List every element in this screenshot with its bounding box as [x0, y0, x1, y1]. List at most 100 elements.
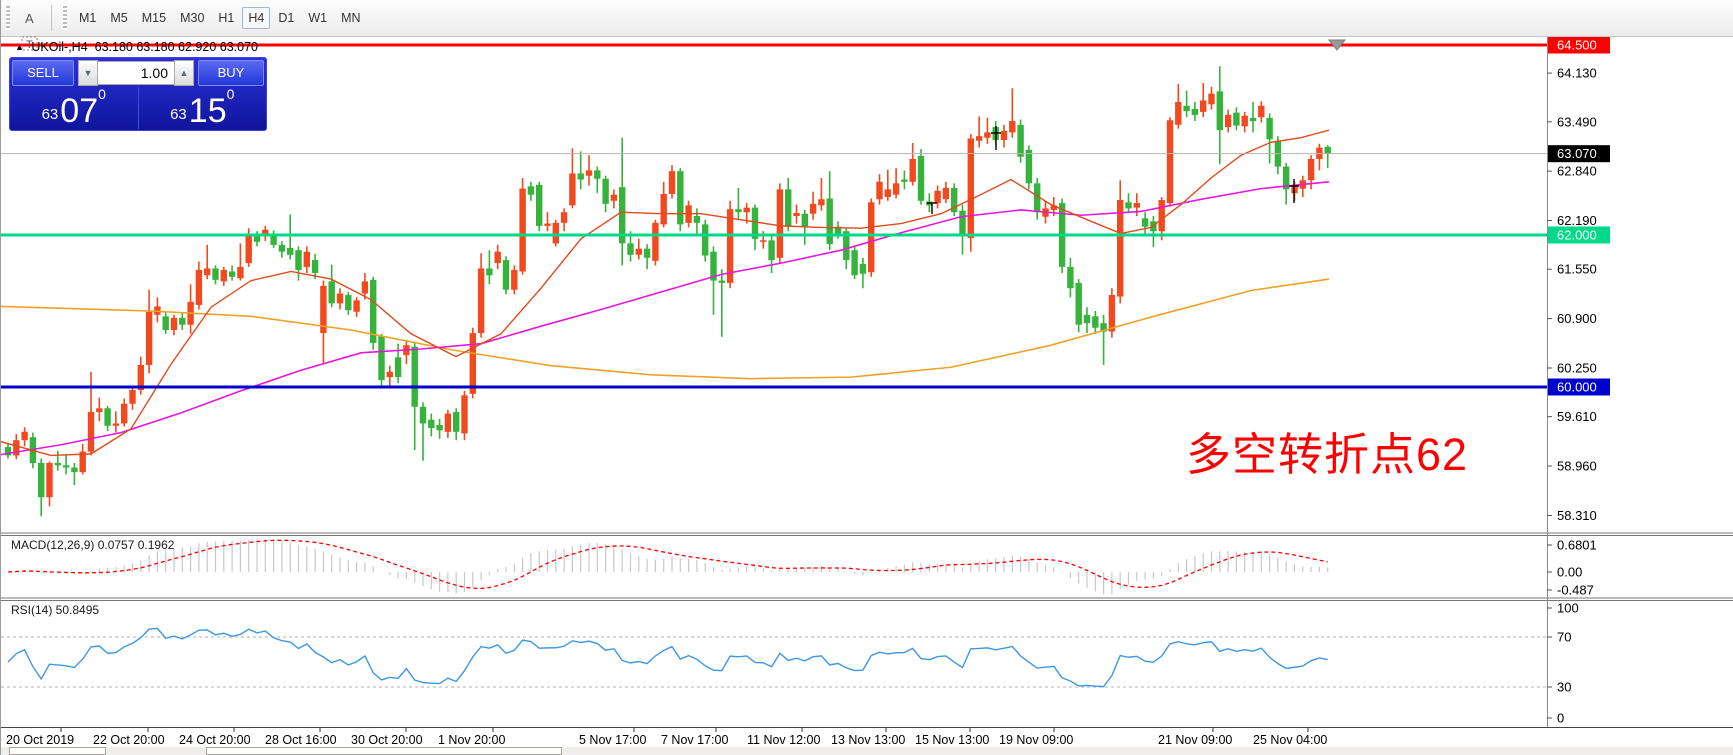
candle-down: [827, 199, 833, 245]
candlestick-series: [5, 66, 1331, 516]
candle-up: [196, 270, 202, 305]
candle-up: [362, 281, 368, 293]
candle-up: [88, 412, 94, 452]
svg-text:60.250: 60.250: [1557, 361, 1597, 376]
candle-up: [237, 267, 243, 278]
candle-up: [353, 300, 359, 311]
sell-price-sup: 0: [98, 89, 106, 99]
price-axis[interactable]: 64.13063.49062.84062.19061.55060.90060.2…: [1547, 37, 1610, 726]
timeframe-button-m5[interactable]: M5: [104, 7, 133, 29]
toolbar-grip[interactable]: [6, 6, 10, 30]
candle-down: [420, 407, 426, 424]
sell-button[interactable]: SELL: [12, 60, 74, 86]
svg-text:63.490: 63.490: [1557, 114, 1597, 129]
svg-text:62.840: 62.840: [1557, 164, 1597, 179]
candle-up: [1001, 131, 1007, 140]
candle-up: [793, 213, 799, 216]
date-axis[interactable]: 20 Oct 201922 Oct 20:0024 Oct 20:0028 Oc…: [6, 727, 1327, 747]
svg-text:21 Nov 09:00: 21 Nov 09:00: [1158, 733, 1232, 747]
candle-down: [1092, 316, 1098, 327]
candle-down: [536, 185, 542, 226]
candle-down: [1142, 218, 1148, 226]
timeframe-button-h4[interactable]: H4: [242, 7, 270, 29]
candle-up: [495, 252, 501, 263]
candle-down: [785, 189, 791, 225]
buy-price[interactable]: 63 15 0: [139, 87, 267, 129]
candle-down: [1026, 150, 1032, 183]
svg-text:30 Oct 20:00: 30 Oct 20:00: [351, 733, 423, 747]
candle-down: [702, 224, 708, 255]
candle-down: [104, 408, 110, 425]
macd-label: MACD(12,26,9) 0.0757 0.1962: [11, 538, 174, 552]
timeframe-button-m15[interactable]: M15: [136, 7, 172, 29]
candle-down: [901, 180, 907, 182]
candle-up: [976, 136, 982, 141]
volume-increase-button[interactable]: ▲: [174, 60, 194, 86]
sell-price-prefix: 63: [42, 104, 59, 126]
rsi-label: RSI(14) 50.8495: [11, 603, 99, 617]
chart-tab-bar: [1, 747, 1733, 755]
candle-up: [760, 240, 766, 242]
candle-up: [544, 224, 550, 226]
timeframe-button-h1[interactable]: H1: [212, 7, 240, 29]
timeframe-button-mn[interactable]: MN: [335, 7, 366, 29]
candle-up: [586, 170, 592, 175]
candle-up: [943, 188, 949, 199]
svg-text:60.000: 60.000: [1557, 380, 1597, 395]
candle-wick: [489, 250, 491, 284]
sell-price[interactable]: 63 07 0: [10, 87, 139, 129]
svg-text:0.6801: 0.6801: [1557, 538, 1597, 553]
candle-up: [876, 182, 882, 199]
candle-down: [1067, 267, 1073, 288]
candle-wick: [57, 451, 59, 471]
candle-up: [611, 195, 617, 201]
symbol-name: UKOil-,H4: [31, 40, 87, 54]
candle-down: [918, 156, 924, 201]
candle-down: [802, 214, 808, 227]
candle-up: [304, 252, 310, 267]
candle-down: [254, 236, 260, 242]
candle-down: [1192, 109, 1198, 115]
svg-text:20 Oct 2019: 20 Oct 2019: [6, 733, 74, 747]
timeframe-button-w1[interactable]: W1: [302, 7, 333, 29]
volume-stepper: ▼ ▲: [78, 61, 194, 85]
svg-text:100: 100: [1557, 601, 1579, 616]
candle-up: [1258, 106, 1264, 117]
candle-wick: [738, 188, 740, 220]
svg-text:64.500: 64.500: [1557, 38, 1597, 53]
buy-button[interactable]: BUY: [198, 60, 264, 86]
volume-decrease-button[interactable]: ▼: [78, 60, 98, 86]
candle-wick: [1153, 216, 1155, 247]
candle-up: [96, 408, 102, 412]
candle-wick: [1252, 102, 1254, 132]
timeframe-button-d1[interactable]: D1: [272, 7, 300, 29]
svg-text:1 Nov 20:00: 1 Nov 20:00: [438, 733, 505, 747]
buy-price-prefix: 63: [170, 104, 187, 126]
timeframe-button-m1[interactable]: M1: [73, 7, 102, 29]
candle-up: [934, 191, 940, 203]
candle-down: [1076, 283, 1082, 325]
svg-text:58.960: 58.960: [1557, 459, 1597, 474]
candle-wick: [580, 151, 582, 189]
svg-text:-0.487: -0.487: [1557, 583, 1594, 598]
svg-text:11 Nov 12:00: 11 Nov 12:00: [747, 733, 820, 747]
candle-wick: [1202, 83, 1204, 117]
candle-down: [329, 281, 335, 303]
candle-up: [337, 294, 343, 304]
macd-signal-line: [8, 540, 1328, 588]
svg-text:70: 70: [1557, 630, 1571, 645]
text-label-icon[interactable]: A: [15, 5, 45, 31]
candle-up: [868, 202, 874, 272]
candle-up: [561, 212, 567, 223]
toolbar-grip2[interactable]: [63, 6, 67, 30]
ohlc-values: 63.180 63.180 62.920 63.070: [95, 40, 258, 54]
candle-up: [1200, 100, 1206, 111]
timeframe-button-m30[interactable]: M30: [174, 7, 210, 29]
volume-input[interactable]: [98, 61, 174, 85]
chart-tab[interactable]: [9, 747, 106, 755]
candle-up: [652, 223, 658, 261]
collapse-triangle-icon[interactable]: ▲: [15, 42, 24, 52]
candle-up: [204, 268, 210, 275]
chart-tab[interactable]: [206, 747, 562, 755]
sell-price-big: 07: [60, 96, 98, 126]
